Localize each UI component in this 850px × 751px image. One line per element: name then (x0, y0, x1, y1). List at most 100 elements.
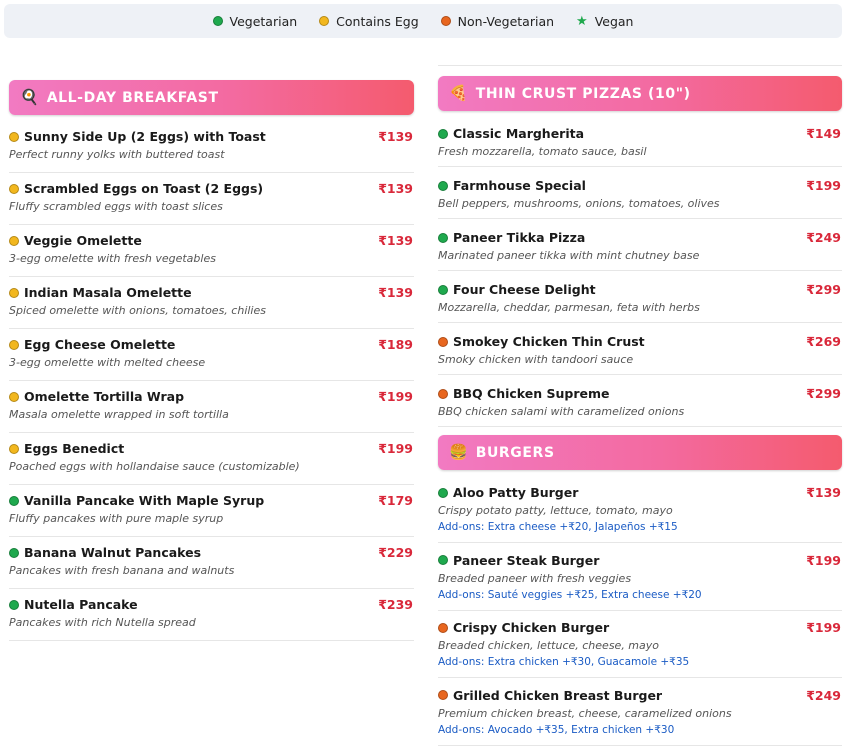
legend-vegan: ★ Vegan (576, 14, 633, 29)
menu-item-header: Egg Cheese Omelette ₹189 (9, 337, 414, 352)
menu-item-description: Perfect runny yolks with buttered toast (9, 148, 225, 161)
menu-item-description: Marinated paneer tikka with mint chutney… (438, 249, 700, 262)
egg-dot-icon (9, 391, 19, 402)
menu-item-header: Grilled Chicken Breast Burger ₹249 (438, 688, 842, 703)
veg-dot-icon (438, 180, 448, 191)
menu-item-name-wrap: Indian Masala Omelette (9, 285, 192, 300)
menu-item-name-wrap: Paneer Tikka Pizza (438, 230, 585, 245)
veg-dot-icon (9, 547, 19, 558)
menu-item-price: ₹199 (806, 620, 841, 635)
menu-item[interactable]: Paneer Tikka Pizza ₹249 Marinated paneer t… (438, 230, 842, 271)
burger-icon: 🍔 (449, 443, 468, 461)
menu-item-name: Scrambled Eggs on Toast (2 Eggs) (24, 181, 264, 196)
menu-item-name-wrap: Smokey Chicken Thin Crust (438, 334, 645, 349)
legend-contains-egg: Contains Egg (319, 14, 419, 29)
menu-item-name: Grilled Chicken Breast Burger (453, 687, 663, 703)
menu-item[interactable]: Nutella Pancake ₹239 Pancakes with rich Nu… (9, 597, 414, 641)
menu-item-name-wrap: Sunny Side Up (2 Eggs) with Toast (9, 129, 266, 144)
menu-item-price: ₹179 (378, 493, 413, 508)
menu-item-addons: Add-ons: Extra chicken +₹30, Guacamole +… (438, 656, 690, 668)
nonveg-dot-icon (438, 622, 448, 633)
menu-item-price: ₹199 (378, 441, 413, 456)
menu-item-name-wrap: Classic Margherita (438, 126, 584, 141)
menu-item-description: 3-egg omelette with melted cheese (9, 356, 206, 369)
vegan-star-icon: ★ (576, 13, 588, 29)
menu-item-description: 3-egg omelette with fresh vegetables (9, 252, 216, 265)
menu-item-price: ₹139 (378, 129, 413, 144)
menu-item-name-wrap: Vanilla Pancake With Maple Syrup (9, 493, 264, 508)
menu-item-description: Premium chicken breast, cheese, carameli… (438, 706, 732, 720)
menu-item-description: Masala omelette wrapped in soft tortilla (9, 408, 229, 421)
menu-item[interactable]: BBQ Chicken Supreme ₹299 BBQ chicken salam… (438, 386, 842, 427)
menu-item[interactable]: Omelette Tortilla Wrap ₹199 Masala omelett… (9, 389, 414, 433)
menu-item-name: Eggs Benedict (24, 441, 125, 456)
menu-item-description: Breaded paneer with fresh veggies (438, 571, 632, 585)
nonveg-dot-icon (438, 388, 448, 399)
menu-item[interactable]: Grilled Chicken Breast Burger ₹249 Premium… (438, 688, 842, 746)
menu-item-name-wrap: Banana Walnut Pancakes (9, 545, 201, 560)
section-title: BURGERS (475, 444, 555, 461)
menu-item[interactable]: Scrambled Eggs on Toast (2 Eggs) ₹139 Fluf… (9, 181, 414, 225)
egg-dot-icon (9, 131, 19, 142)
menu-item-price: ₹249 (806, 687, 841, 703)
menu-item[interactable]: Vanilla Pancake With Maple Syrup ₹179 Fluf… (9, 493, 414, 537)
menu-item[interactable]: Aloo Patty Burger ₹139 Crispy potato patty… (438, 485, 842, 543)
menu-item-header: Aloo Patty Burger ₹139 (438, 485, 842, 500)
menu-item-name: Vanilla Pancake With Maple Syrup (24, 493, 265, 508)
menu-item-header: Four Cheese Delight ₹299 (438, 282, 842, 297)
menu-item-header: Crispy Chicken Burger ₹199 (438, 620, 842, 635)
menu-item[interactable]: Smokey Chicken Thin Crust ₹269 Smoky chick… (438, 334, 842, 375)
menu-item-name-wrap: Omelette Tortilla Wrap (9, 389, 184, 404)
menu-item-description: Fluffy pancakes with pure maple syrup (9, 512, 224, 525)
menu-item-header: Smokey Chicken Thin Crust ₹269 (438, 334, 842, 349)
menu-item[interactable]: Four Cheese Delight ₹299 Mozzarella, chedd… (438, 282, 842, 323)
menu-item-name: Farmhouse Special (453, 178, 586, 193)
menu-item-name: Smokey Chicken Thin Crust (453, 334, 645, 349)
fried-egg-icon: 🍳 (20, 88, 39, 106)
menu-item-header: Scrambled Eggs on Toast (2 Eggs) ₹139 (9, 181, 414, 196)
menu-item[interactable]: Farmhouse Special ₹199 Bell peppers, mushr… (438, 178, 842, 219)
menu-item-name-wrap: Veggie Omelette (9, 233, 142, 248)
veg-dot-icon (438, 555, 448, 565)
non-veg-dot-icon (440, 16, 451, 26)
menu-item-price: ₹149 (806, 126, 841, 141)
legend-label: Non-Vegetarian (457, 13, 555, 29)
menu-item[interactable]: Eggs Benedict ₹199 Poached eggs with holla… (9, 441, 414, 485)
section-header-breakfast: 🍳 ALL-DAY BREAKFAST (9, 80, 414, 115)
menu-item-price: ₹299 (806, 386, 841, 401)
menu-item-addons: Add-ons: Avocado +₹35, Extra chicken +₹3… (438, 723, 675, 736)
veg-dot-icon (438, 232, 448, 243)
nonveg-dot-icon (438, 690, 448, 700)
menu-item[interactable]: Paneer Steak Burger ₹199 Breaded paneer wi… (438, 553, 842, 611)
menu-item-name-wrap: Crispy Chicken Burger (438, 620, 609, 635)
section-title: ALL-DAY BREAKFAST (46, 89, 219, 106)
menu-item-header: Paneer Tikka Pizza ₹249 (438, 230, 842, 245)
menu-item-name-wrap: Scrambled Eggs on Toast (2 Eggs) (9, 181, 263, 196)
menu-item-header: BBQ Chicken Supreme ₹299 (438, 386, 842, 401)
menu-item[interactable]: Egg Cheese Omelette ₹189 3-egg omelette wi… (9, 337, 414, 381)
legend-vegetarian: Vegetarian (212, 13, 298, 29)
menu-item-price: ₹249 (806, 230, 841, 245)
veg-dot-icon (9, 599, 19, 610)
veg-dot-icon (438, 487, 448, 498)
menu-item-name: BBQ Chicken Supreme (453, 386, 610, 401)
menu-item-name-wrap: Aloo Patty Burger (438, 485, 578, 500)
menu-item-name: Four Cheese Delight (453, 282, 596, 297)
menu-item-name: Classic Margherita (453, 126, 585, 141)
menu-item[interactable]: Banana Walnut Pancakes ₹229 Pancakes with … (9, 545, 414, 589)
menu-item-description: Fluffy scrambled eggs with toast slices (9, 200, 223, 213)
menu-item-description: BBQ chicken salami with caramelized onio… (438, 405, 685, 418)
menu-item-addons: Add-ons: Sauté veggies +₹25, Extra chees… (438, 588, 702, 601)
menu-item-addons: Add-ons: Extra cheese +₹20, Jalapeños +₹… (438, 521, 678, 533)
menu-item-description: Breaded chicken, lettuce, cheese, mayo (438, 639, 660, 652)
menu-item-description: Pancakes with fresh banana and walnuts (9, 564, 235, 577)
menu-item[interactable]: Crispy Chicken Burger ₹199 Breaded chicken… (438, 620, 842, 678)
menu-item[interactable]: Veggie Omelette ₹139 3-egg omelette with f… (9, 233, 414, 277)
menu-item-header: Classic Margherita ₹149 (438, 126, 842, 141)
menu-item[interactable]: Indian Masala Omelette ₹139 Spiced omelett… (9, 285, 414, 329)
legend-label: Vegetarian (229, 13, 298, 29)
menu-item[interactable]: Sunny Side Up (2 Eggs) with Toast ₹139 Per… (9, 129, 414, 173)
menu-item-name: Indian Masala Omelette (24, 285, 192, 300)
menu-item[interactable]: Classic Margherita ₹149 Fresh mozzarella, … (438, 126, 842, 167)
veg-dot-icon (9, 495, 19, 506)
